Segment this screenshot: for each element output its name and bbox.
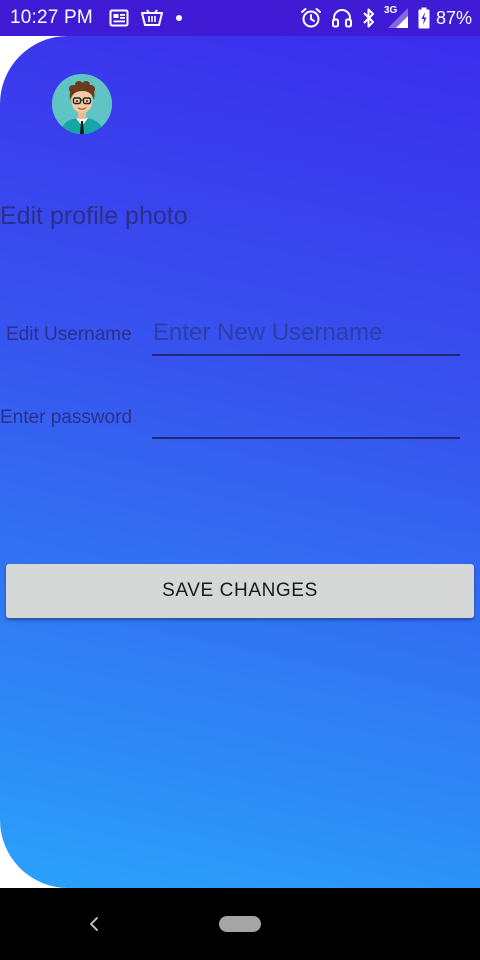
signal-3g-icon: 3G [383, 5, 409, 29]
save-changes-button[interactable]: SAVE CHANGES [6, 564, 474, 618]
username-input[interactable] [152, 312, 460, 356]
battery-percent: 87% [435, 7, 472, 28]
status-bar: 10:27 PM 3G 87% [0, 0, 480, 36]
status-bar-left: 10:27 PM [10, 7, 195, 29]
avatar-icon[interactable] [52, 74, 112, 134]
network-type-label: 3G [383, 5, 398, 16]
edit-profile-photo-label[interactable]: Edit profile photo [0, 202, 188, 231]
back-icon[interactable] [84, 914, 104, 934]
basket-icon [140, 9, 163, 27]
dot-icon [175, 14, 183, 22]
password-label: Enter password [0, 407, 133, 428]
battery-icon [418, 7, 430, 29]
status-bar-right: 3G 87% [300, 5, 472, 29]
home-pill-icon[interactable] [219, 916, 261, 932]
bluetooth-icon [362, 7, 376, 29]
edit-profile-panel: Edit profile photo Edit Username Enter p… [0, 36, 480, 888]
headset-icon [331, 7, 353, 29]
navigation-bar [0, 888, 480, 960]
alarm-icon [300, 7, 322, 29]
password-input[interactable] [152, 395, 460, 439]
newspaper-icon [109, 9, 129, 27]
edit-username-label: Edit Username [6, 324, 132, 345]
status-time: 10:27 PM [10, 7, 93, 28]
